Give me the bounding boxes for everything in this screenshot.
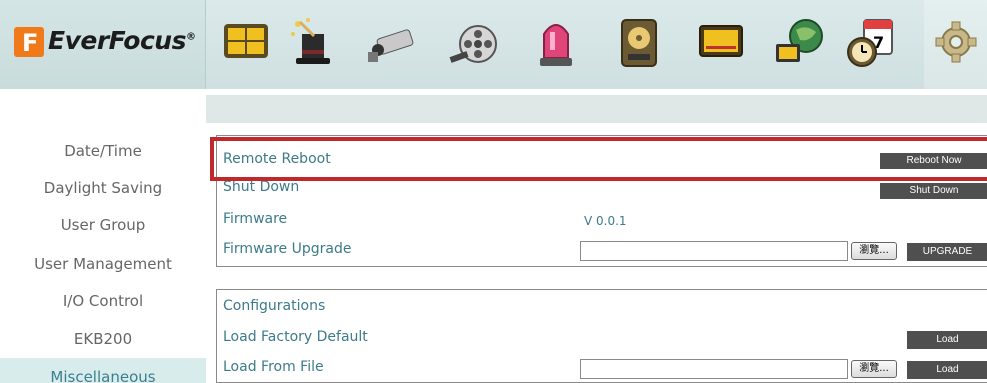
tab-settings[interactable]	[924, 0, 987, 89]
sub-header-bar	[206, 95, 987, 123]
config-browse-button[interactable]: 瀏覽...	[851, 360, 897, 378]
monitor-icon[interactable]	[692, 12, 748, 72]
logo-text: EverFocus®	[48, 26, 196, 55]
shutdown-label: Shut Down	[223, 179, 300, 195]
camera-icon[interactable]	[364, 12, 420, 72]
firmware-row: Firmware V 0.0.1	[217, 206, 987, 236]
sidebar-item-user-group[interactable]: User Group	[0, 206, 206, 244]
logo-mark-icon: F	[14, 27, 44, 57]
sidebar-item-miscellaneous[interactable]: Miscellaneous	[0, 358, 206, 383]
shutdown-button[interactable]: Shut Down	[880, 183, 987, 199]
logo: F EverFocus®	[0, 0, 206, 89]
load-from-file-button[interactable]: Load	[907, 361, 987, 379]
firmware-browse-button[interactable]: 瀏覽...	[851, 242, 897, 260]
firmware-label: Firmware	[223, 211, 288, 227]
sidebar-item-date-time[interactable]: Date/Time	[0, 132, 206, 170]
gear-icon	[935, 21, 977, 63]
factory-default-label: Load Factory Default	[223, 329, 368, 345]
configurations-title-row: Configurations	[217, 293, 987, 323]
top-toolbar: F EverFocus® 7	[0, 0, 987, 89]
sidebar-item-io-control[interactable]: I/O Control	[0, 282, 206, 320]
firmware-file-input[interactable]	[580, 241, 848, 261]
magic-wand-icon[interactable]	[284, 12, 340, 72]
firmware-upgrade-label: Firmware Upgrade	[223, 241, 352, 257]
firmware-upgrade-row: Firmware Upgrade 瀏覽... UPGRADE	[217, 236, 987, 266]
hard-drive-icon[interactable]	[610, 12, 666, 72]
highlight-box	[210, 137, 987, 181]
load-from-file-row: Load From File 瀏覽... Load	[217, 354, 987, 383]
layout-grid-icon[interactable]	[218, 12, 274, 72]
film-reel-icon[interactable]	[446, 12, 502, 72]
network-globe-icon[interactable]	[772, 12, 828, 72]
alarm-light-icon[interactable]	[528, 12, 584, 72]
config-file-input[interactable]	[580, 359, 848, 379]
configurations-title: Configurations	[223, 298, 326, 314]
load-factory-default-button[interactable]: Load	[907, 331, 987, 349]
sidebar-item-user-management[interactable]: User Management	[0, 245, 206, 283]
configurations-panel: Configurations Load Factory Default Load…	[216, 289, 987, 383]
load-from-file-label: Load From File	[223, 359, 324, 375]
firmware-version: V 0.0.1	[584, 214, 627, 228]
factory-default-row: Load Factory Default Load	[217, 324, 987, 354]
sidebar-item-ekb200[interactable]: EKB200	[0, 320, 206, 358]
upgrade-button[interactable]: UPGRADE	[907, 243, 987, 261]
schedule-clock-icon[interactable]: 7	[842, 12, 898, 72]
sidebar-item-daylight-saving[interactable]: Daylight Saving	[0, 169, 206, 207]
sidebar: Date/Time Daylight Saving User Group Use…	[0, 89, 206, 383]
